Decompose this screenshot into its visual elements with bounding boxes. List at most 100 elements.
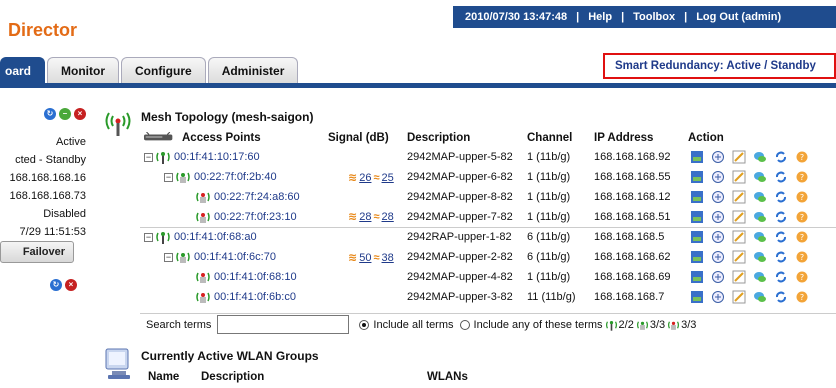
channel-cell: 11 (11b/g) (527, 291, 576, 303)
top-header: Director 2010/07/30 13:47:48 | Help | To… (0, 0, 836, 60)
ap-cell: − 00:1f:41:0f:68:a0 (140, 226, 328, 247)
refresh-icon[interactable] (774, 290, 788, 304)
telnet-icon[interactable] (711, 210, 725, 224)
signal-link-b[interactable]: 28 (382, 211, 394, 223)
help-icon[interactable]: ? (795, 250, 809, 264)
ap-mac-link[interactable]: 00:22:7f:0f:23:10 (214, 211, 297, 223)
separator: | (684, 11, 688, 23)
col-action: Action (688, 132, 724, 144)
col-name[interactable]: Name (148, 371, 201, 383)
help-link[interactable]: Help (588, 11, 612, 23)
telnet-icon[interactable] (711, 270, 725, 284)
ap-mac-link[interactable]: 00:1f:41:0f:6b:c0 (214, 291, 296, 303)
col-access-points[interactable]: Access Points (140, 129, 328, 147)
telnet-icon[interactable] (711, 150, 725, 164)
edit-icon[interactable] (732, 210, 746, 224)
help-icon[interactable]: ? (795, 190, 809, 204)
tab-administer[interactable]: Administer (207, 57, 299, 83)
include-all-radio[interactable] (359, 319, 370, 330)
refresh-icon[interactable] (774, 190, 788, 204)
refresh-icon[interactable] (774, 210, 788, 224)
peer-ip: 168.168.168.16 (9, 172, 86, 184)
col-ip-address[interactable]: IP Address (594, 129, 688, 147)
signal-link-a[interactable]: 26 (359, 172, 371, 184)
signal-link-a[interactable]: 50 (359, 252, 371, 264)
chat-icon[interactable] (753, 270, 767, 284)
chat-icon[interactable] (753, 290, 767, 304)
collapse-toggle[interactable]: − (164, 252, 173, 262)
edit-icon[interactable] (732, 270, 746, 284)
tab-configure[interactable]: Configure (121, 57, 206, 83)
signal-link-b[interactable]: 25 (382, 172, 394, 184)
chat-icon[interactable] (753, 150, 767, 164)
chat-icon[interactable] (753, 250, 767, 264)
include-any-radio[interactable] (459, 319, 470, 330)
toolbox-link[interactable]: Toolbox (633, 11, 675, 23)
refresh-icon[interactable] (774, 170, 788, 184)
ap-mac-link[interactable]: 00:1f:41:0f:6c:70 (194, 251, 276, 263)
col-description[interactable]: Description (407, 129, 527, 147)
help-icon[interactable]: ? (795, 270, 809, 284)
col-wlans[interactable]: WLANs (427, 371, 468, 383)
chat-icon[interactable] (753, 210, 767, 224)
telnet-icon[interactable] (711, 230, 725, 244)
failover-button[interactable]: Failover (0, 241, 74, 263)
smart-redundancy-status[interactable]: Smart Redundancy: Active / Standby (603, 53, 836, 79)
details-icon[interactable] (690, 150, 704, 164)
details-icon[interactable] (690, 270, 704, 284)
chat-icon[interactable] (753, 230, 767, 244)
refresh-icon[interactable] (774, 250, 788, 264)
edit-icon[interactable] (732, 170, 746, 184)
telnet-icon[interactable] (711, 290, 725, 304)
refresh-icon[interactable]: ↻ (50, 279, 62, 291)
details-icon[interactable] (690, 250, 704, 264)
refresh-icon[interactable] (774, 270, 788, 284)
tab-dashboard[interactable]: oard (0, 57, 46, 83)
help-icon[interactable]: ? (795, 150, 809, 164)
help-icon[interactable]: ? (795, 170, 809, 184)
edit-icon[interactable] (732, 290, 746, 304)
edit-icon[interactable] (732, 250, 746, 264)
ap-mac-link[interactable]: 00:1f:41:0f:68:10 (214, 271, 297, 283)
details-icon[interactable] (690, 290, 704, 304)
edit-icon[interactable] (732, 190, 746, 204)
ap-mac-link[interactable]: 00:1f:41:10:17:60 (174, 151, 260, 163)
help-icon[interactable]: ? (795, 290, 809, 304)
minimize-icon[interactable]: – (59, 108, 71, 120)
ap-mac-link[interactable]: 00:1f:41:0f:68:a0 (174, 231, 257, 243)
telnet-icon[interactable] (711, 170, 725, 184)
refresh-icon[interactable] (774, 150, 788, 164)
details-icon[interactable] (690, 190, 704, 204)
close-icon[interactable]: × (74, 108, 86, 120)
channel-cell: 1 (11b/g) (527, 191, 571, 203)
tab-monitor[interactable]: Monitor (47, 57, 120, 83)
col-channel[interactable]: Channel (527, 129, 594, 147)
search-input[interactable] (217, 315, 350, 334)
help-icon[interactable]: ? (795, 210, 809, 224)
col-signal[interactable]: Signal (dB) (328, 129, 407, 147)
logout-link[interactable]: Log Out (admin) (696, 11, 781, 23)
signal-link-b[interactable]: 38 (382, 252, 394, 264)
details-icon[interactable] (690, 170, 704, 184)
details-icon[interactable] (690, 210, 704, 224)
details-icon[interactable] (690, 230, 704, 244)
edit-icon[interactable] (732, 230, 746, 244)
collapse-toggle[interactable]: − (144, 232, 153, 242)
edit-icon[interactable] (732, 150, 746, 164)
collapse-toggle[interactable]: − (144, 152, 153, 162)
ap-mac-link[interactable]: 00:22:7f:24:a8:60 (214, 191, 300, 203)
include-any-label: Include any of these terms (473, 318, 603, 331)
chat-icon[interactable] (753, 190, 767, 204)
telnet-icon[interactable] (711, 250, 725, 264)
close-icon[interactable]: × (65, 279, 77, 291)
telnet-icon[interactable] (711, 190, 725, 204)
help-icon[interactable]: ? (795, 230, 809, 244)
refresh-icon[interactable] (774, 230, 788, 244)
col-wlan-description[interactable]: Description (201, 371, 427, 383)
signal-link-a[interactable]: 28 (359, 211, 371, 223)
collapse-toggle[interactable]: − (164, 172, 173, 182)
ap-mac-link[interactable]: 00:22:7f:0f:2b:40 (194, 171, 277, 183)
table-header: Access Points Signal (dB) Description Ch… (140, 129, 836, 147)
chat-icon[interactable] (753, 170, 767, 184)
refresh-icon[interactable]: ↻ (44, 108, 56, 120)
